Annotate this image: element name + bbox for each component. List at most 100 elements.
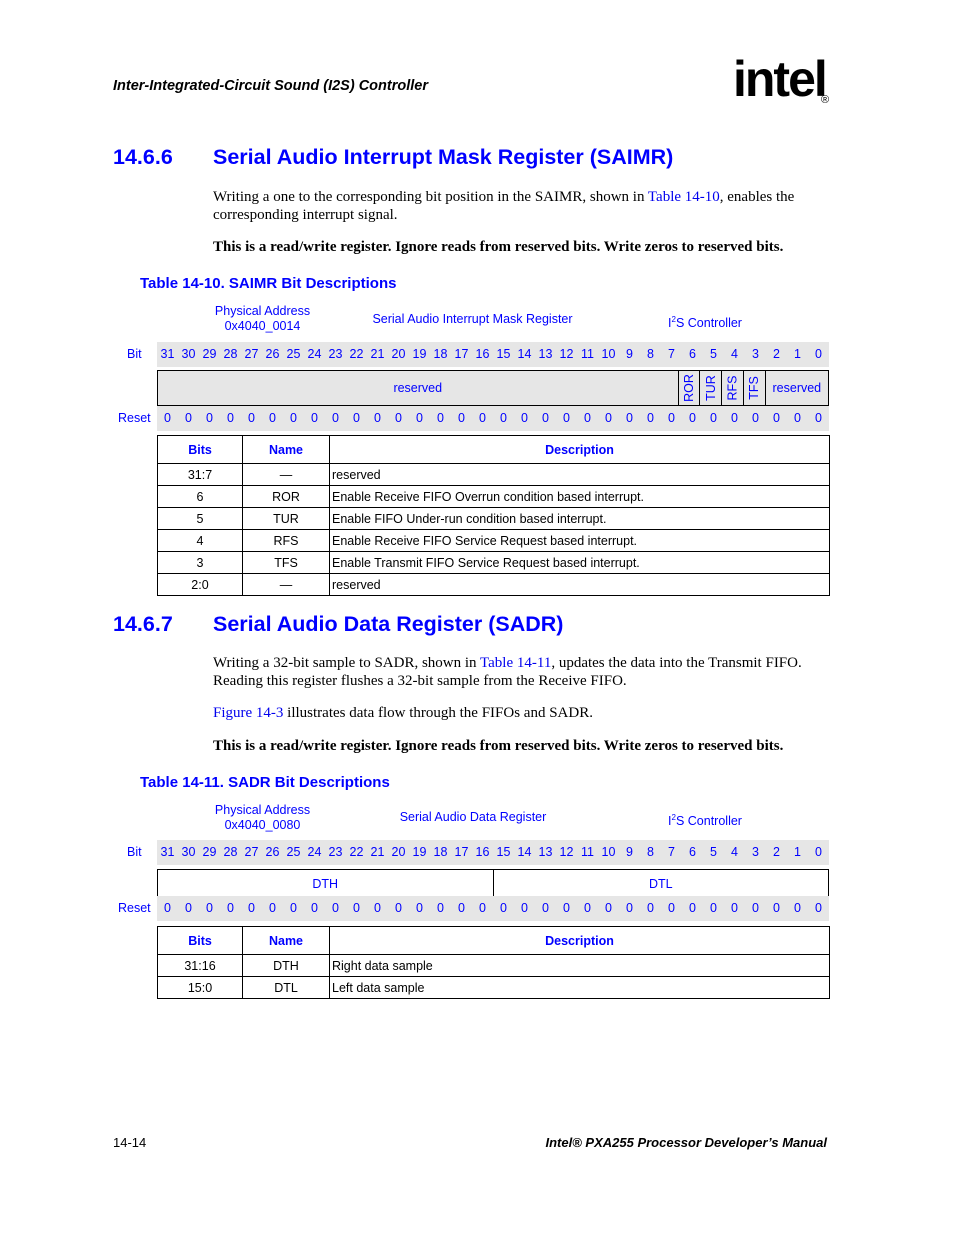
bit-number: 9	[626, 845, 633, 859]
table-row: 3 TFS Enable Transmit FIFO Service Request…	[157, 551, 830, 574]
para-text: Writing a one to the corresponding bit p…	[213, 189, 648, 205]
bit-number: 23	[328, 347, 343, 361]
reset-value: 0	[794, 411, 801, 425]
cell-name: —	[242, 573, 330, 596]
bit-number: 16	[475, 347, 490, 361]
reset-value: 0	[773, 901, 780, 915]
cell-bits: 5	[157, 507, 243, 530]
bit-number: 19	[412, 845, 427, 859]
section-title: Serial Audio Interrupt Mask Register (SA…	[213, 145, 674, 169]
unit-name: I2S Controller	[640, 810, 770, 829]
cell-description: reserved	[329, 573, 830, 596]
section-title: Serial Audio Data Register (SADR)	[213, 612, 564, 636]
reset-value: 0	[227, 901, 234, 915]
cell-name: TFS	[242, 551, 330, 574]
register-fields: DTH DTL	[157, 869, 829, 899]
bit-number: 2	[773, 845, 780, 859]
bit-number: 1	[794, 347, 801, 361]
bit-number: 12	[559, 845, 574, 859]
reset-value: 0	[521, 411, 528, 425]
bit-number: 11	[581, 347, 594, 361]
table-row: 31:7— reserved	[157, 463, 830, 486]
cell-bits: 31:7	[157, 463, 243, 486]
bit-number: 0	[815, 845, 822, 859]
reset-value: 0	[458, 901, 465, 915]
reset-value: 0	[353, 901, 360, 915]
register-field: TUR	[700, 371, 723, 405]
bit-number: 22	[349, 845, 364, 859]
reset-value: 0	[815, 411, 822, 425]
reset-value: 0	[290, 901, 297, 915]
reset-value: 0	[647, 901, 654, 915]
physical-address-label: Physical Address	[214, 304, 311, 318]
figure-14-3-link[interactable]: Figure 14-3	[213, 705, 283, 721]
bit-number: 25	[286, 347, 301, 361]
bit-number: 21	[370, 347, 385, 361]
unit-name-suffix: S Controller	[675, 814, 742, 829]
section-number: 14.6.7	[113, 612, 173, 636]
reset-values: 00000000000000000000000000000000	[157, 896, 829, 921]
table-14-11-link[interactable]: Table 14-11	[480, 655, 551, 671]
bit-number: 4	[731, 347, 738, 361]
reset-value: 0	[416, 901, 423, 915]
table-14-10-link[interactable]: Table 14-10	[648, 189, 720, 205]
bit-number: 12	[559, 347, 574, 361]
cell-bits: 3	[157, 551, 243, 574]
reset-value: 0	[668, 411, 675, 425]
bit-number: 13	[538, 845, 553, 859]
register-fields: reserved ROR TUR RFS TFS reserved	[157, 370, 829, 406]
bit-row-label: Bit	[127, 347, 142, 361]
bit-numbers: 31 30 29 28 27 26 25 24 23 22 21 20 19 18 17 16 15 14 13 12…	[157, 342, 829, 367]
reset-value: 0	[689, 411, 696, 425]
reset-value: 0	[794, 901, 801, 915]
reset-value: 0	[773, 411, 780, 425]
physical-address-value: 0x4040_0080	[224, 818, 301, 832]
bit-number: 24	[307, 347, 322, 361]
reset-value: 0	[584, 411, 591, 425]
bit-number: 18	[433, 347, 448, 361]
reset-row-label: Reset	[118, 411, 151, 425]
column-header-name: Name	[242, 435, 330, 464]
reset-value: 0	[269, 411, 276, 425]
section-heading-saimr: 14.6.6 Serial Audio Interrupt Mask Regis…	[0, 145, 954, 175]
bit-numbers: 31 30 29 28 27 26 25 24 23 22 21 20 19 18 17 16 15 14 13 12…	[157, 840, 829, 865]
bit-number: 27	[244, 845, 259, 859]
register-field: RFS	[722, 371, 744, 405]
bit-number: 20	[391, 347, 406, 361]
cell-description: Enable Receive FIFO Service Request base…	[329, 529, 830, 552]
bit-number: 21	[370, 845, 385, 859]
bit-number: 1	[794, 845, 801, 859]
reset-row-label: Reset	[118, 901, 151, 915]
field-label: ROR	[681, 374, 696, 402]
reset-value: 0	[248, 901, 255, 915]
reset-value: 0	[605, 901, 612, 915]
bit-number: 30	[181, 347, 196, 361]
reset-value: 0	[269, 901, 276, 915]
bit-number: 5	[710, 845, 717, 859]
reset-value: 0	[374, 411, 381, 425]
bit-number: 29	[202, 845, 217, 859]
bit-number: 14	[517, 845, 532, 859]
cell-bits: 2:0	[157, 573, 243, 596]
cell-bits: 31:16	[157, 954, 243, 977]
reset-value: 0	[227, 411, 234, 425]
reset-value: 0	[584, 901, 591, 915]
physical-address-value: 0x4040_0014	[224, 319, 301, 333]
reset-value: 0	[332, 901, 339, 915]
bit-number: 17	[454, 347, 469, 361]
reset-value: 0	[290, 411, 297, 425]
section-number: 14.6.6	[113, 145, 173, 169]
bit-number: 31	[160, 845, 175, 859]
saimr-access-note: This is a read/write register. Ignore re…	[213, 239, 784, 255]
reset-value: 0	[479, 901, 486, 915]
cell-name: TUR	[242, 507, 330, 530]
bit-number: 13	[538, 347, 553, 361]
reset-value: 0	[458, 411, 465, 425]
intel-logo: intel ®	[733, 51, 833, 118]
reset-value: 0	[311, 411, 318, 425]
table-row: 15:0 DTL Left data sample	[157, 976, 830, 999]
column-header-description: Description	[329, 926, 830, 955]
register-field: reserved	[766, 371, 828, 405]
bit-number: 15	[496, 845, 511, 859]
reset-value: 0	[689, 901, 696, 915]
